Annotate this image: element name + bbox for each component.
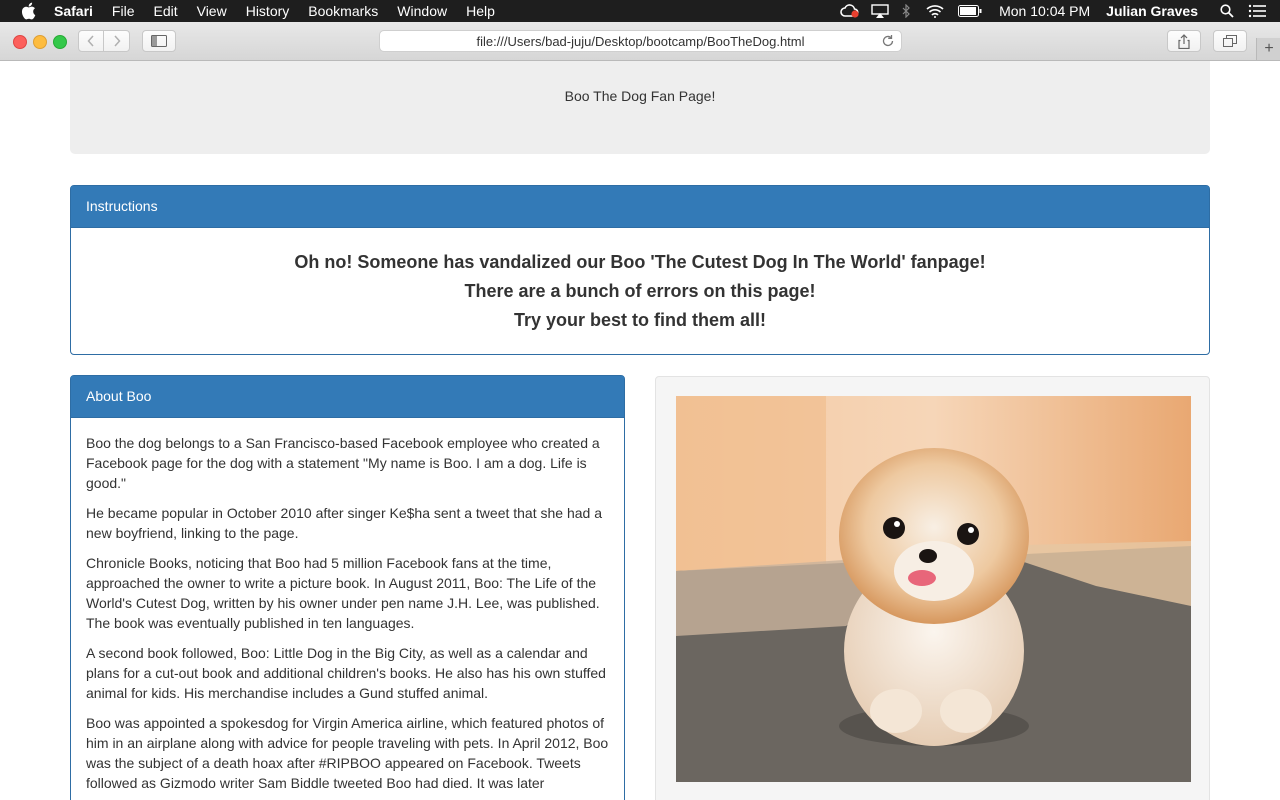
instructions-body: Oh no! Someone has vandalized our Boo 'T… — [71, 228, 1209, 335]
photo-well — [655, 376, 1210, 800]
instructions-line: Try your best to find them all! — [513, 310, 767, 330]
tabs-overview-icon — [1223, 35, 1237, 47]
about-paragraph: Boo the dog belongs to a San Francisco-b… — [86, 435, 600, 491]
battery-icon[interactable] — [957, 0, 983, 22]
user-name[interactable]: Julian Graves — [1106, 3, 1198, 19]
about-paragraph: Boo was appointed a spokesdog for Virgin… — [86, 715, 609, 791]
menu-help[interactable]: Help — [466, 0, 495, 22]
instructions-line: There are a bunch of errors on this page… — [464, 281, 816, 301]
chevron-right-icon — [113, 35, 121, 47]
minimize-window-button[interactable] — [33, 35, 47, 49]
menu-bookmarks[interactable]: Bookmarks — [308, 0, 378, 22]
menu-window[interactable]: Window — [397, 0, 447, 22]
sidebar-toggle-button[interactable] — [142, 30, 176, 52]
menu-bar: Safari File Edit View History Bookmarks … — [0, 0, 1280, 22]
show-all-tabs-button[interactable] — [1213, 30, 1247, 52]
airplay-icon[interactable] — [869, 0, 891, 22]
clock[interactable]: Mon 10:04 PM — [999, 3, 1090, 19]
notification-center-icon[interactable] — [1247, 0, 1267, 22]
about-paragraph: A second book followed, Boo: Little Dog … — [86, 645, 606, 701]
wifi-icon[interactable] — [925, 0, 945, 22]
about-paragraph: He became popular in October 2010 after … — [86, 505, 602, 541]
close-window-button[interactable] — [13, 35, 27, 49]
menu-app-safari[interactable]: Safari — [54, 0, 93, 22]
boo-dog-photo — [676, 396, 1191, 782]
reload-icon[interactable] — [881, 34, 895, 48]
bluetooth-icon[interactable] — [899, 0, 913, 22]
forward-button[interactable] — [104, 30, 130, 52]
about-boo-heading: About Boo — [71, 376, 624, 418]
menu-file[interactable]: File — [112, 0, 135, 22]
address-bar[interactable]: file:///Users/bad-juju/Desktop/bootcamp/… — [379, 30, 902, 52]
back-button[interactable] — [78, 30, 104, 52]
menu-view[interactable]: View — [197, 0, 227, 22]
creative-cloud-icon[interactable] — [839, 0, 861, 22]
menu-edit[interactable]: Edit — [153, 0, 177, 22]
menu-history[interactable]: History — [246, 0, 290, 22]
about-paragraph: Chronicle Books, noticing that Boo had 5… — [86, 555, 600, 631]
spotlight-search-icon[interactable] — [1219, 0, 1235, 22]
new-tab-button[interactable]: + — [1256, 38, 1280, 60]
url-text[interactable]: file:///Users/bad-juju/Desktop/bootcamp/… — [476, 34, 804, 49]
jumbotron: Boo The Dog Fan Page! — [70, 61, 1210, 154]
web-page: Boo The Dog Fan Page! Instructions Oh no… — [0, 61, 1280, 800]
about-boo-panel: About Boo Boo the dog belongs to a San F… — [70, 375, 625, 800]
instructions-line: Oh no! Someone has vandalized our Boo 'T… — [294, 252, 986, 272]
apple-icon[interactable] — [20, 2, 36, 20]
instructions-panel: Instructions Oh no! Someone has vandaliz… — [70, 185, 1210, 355]
chevron-left-icon — [87, 35, 94, 47]
about-boo-body: Boo the dog belongs to a San Francisco-b… — [71, 418, 624, 793]
browser-toolbar: file:///Users/bad-juju/Desktop/bootcamp/… — [0, 22, 1280, 61]
fullscreen-window-button[interactable] — [53, 35, 67, 49]
page-title: Boo The Dog Fan Page! — [564, 88, 716, 104]
plus-icon: + — [1264, 40, 1274, 57]
share-button[interactable] — [1167, 30, 1201, 52]
share-icon — [1178, 33, 1190, 49]
sidebar-icon — [151, 35, 167, 47]
instructions-heading: Instructions — [71, 186, 1209, 228]
